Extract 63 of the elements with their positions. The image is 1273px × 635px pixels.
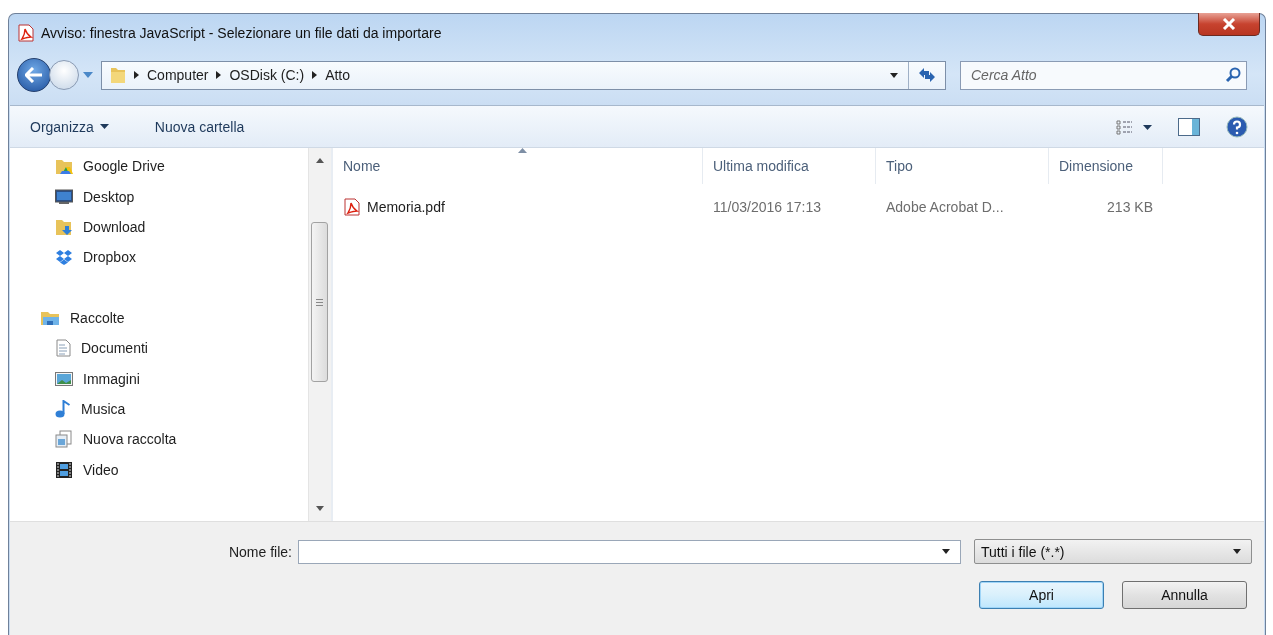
monitor-icon bbox=[55, 188, 73, 205]
sidebar-item[interactable]: Desktop bbox=[83, 188, 135, 205]
back-arrow-icon bbox=[25, 67, 43, 83]
sidebar-item[interactable]: Immagini bbox=[83, 370, 140, 387]
column-header[interactable]: Nome bbox=[333, 148, 703, 184]
folder-drive-icon bbox=[55, 157, 73, 176]
chevron-icon bbox=[134, 71, 139, 79]
sidebar-item[interactable]: Nuova raccolta bbox=[83, 431, 177, 448]
scroll-up-arrow-icon[interactable] bbox=[316, 158, 324, 163]
chevron-icon bbox=[216, 71, 222, 79]
view-options-icon[interactable] bbox=[1116, 118, 1152, 135]
library-folder-icon bbox=[40, 309, 60, 326]
caret-icon bbox=[99, 124, 109, 129]
sidebar-item[interactable]: Video bbox=[83, 461, 119, 478]
help-icon[interactable] bbox=[1226, 115, 1248, 138]
column-header[interactable]: Tipo bbox=[876, 148, 1049, 184]
refresh-icon[interactable] bbox=[918, 67, 936, 83]
file-type-dropdown[interactable]: Tutti i file (*.*) bbox=[974, 539, 1252, 564]
column-header[interactable]: Ultima modifica bbox=[703, 148, 876, 184]
film-strip-icon bbox=[55, 460, 73, 479]
chevron-icon bbox=[312, 71, 318, 79]
breadcrumb-item[interactable]: Atto bbox=[325, 67, 351, 83]
sidebar-item[interactable]: Download bbox=[83, 218, 146, 235]
picture-icon bbox=[55, 370, 73, 387]
close-button[interactable] bbox=[1198, 13, 1260, 36]
file-row[interactable]: Memoria.pdf 11/03/2016 17:13 Adobe Acrobat D... 213 KB bbox=[333, 194, 1163, 219]
sidebar-item[interactable]: Musica bbox=[81, 400, 126, 417]
sidebar-item[interactable]: Documenti bbox=[81, 340, 148, 357]
breadcrumb-item[interactable]: Computer bbox=[147, 67, 209, 83]
download-folder-icon bbox=[55, 217, 73, 236]
pdf-icon bbox=[17, 23, 35, 42]
dropbox-icon bbox=[55, 249, 73, 266]
close-icon bbox=[1222, 18, 1236, 30]
file-type: Adobe Acrobat D... bbox=[886, 198, 1004, 215]
preview-pane-icon[interactable] bbox=[1178, 117, 1200, 136]
modified-date: 11/03/2016 17:13 bbox=[713, 198, 821, 215]
breadcrumb-item[interactable]: OSDisk (C:) bbox=[229, 67, 305, 83]
organize-menu-button[interactable]: Organizza bbox=[26, 114, 113, 139]
library-icon bbox=[55, 430, 73, 449]
file-name: Memoria.pdf bbox=[367, 198, 445, 215]
dropdown-caret-icon[interactable] bbox=[890, 72, 898, 78]
scroll-down-arrow-icon[interactable] bbox=[316, 506, 324, 511]
sidebar-item[interactable]: Google Drive bbox=[83, 158, 165, 175]
window-title: Avviso: finestra JavaScript - Selezionare un file dati da importare bbox=[41, 24, 442, 41]
column-header[interactable]: Dimensione bbox=[1049, 148, 1163, 184]
new-folder-button[interactable]: Nuova cartella bbox=[150, 114, 249, 139]
dialog-button[interactable]: Apri bbox=[979, 581, 1104, 609]
scrollbar[interactable] bbox=[308, 148, 331, 521]
sidebar-item[interactable]: Raccolte bbox=[70, 309, 125, 326]
search-field[interactable]: Cerca Atto bbox=[960, 60, 1247, 90]
grip-icon bbox=[316, 298, 323, 306]
music-note-icon bbox=[55, 399, 71, 418]
sidebar-item[interactable]: Dropbox bbox=[83, 249, 136, 266]
file-name-label: Nome file: bbox=[227, 543, 292, 560]
folder-icon bbox=[110, 66, 126, 84]
file-name-field[interactable] bbox=[298, 539, 961, 564]
file-size: 213 KB bbox=[1107, 198, 1153, 215]
address-bar[interactable]: Computer OSDisk (C:) Atto bbox=[101, 60, 946, 90]
search-icon[interactable] bbox=[1225, 66, 1241, 83]
back-button[interactable] bbox=[17, 58, 51, 92]
document-icon bbox=[55, 339, 71, 358]
dialog-button[interactable]: Annulla bbox=[1122, 581, 1247, 609]
pdf-file-icon bbox=[343, 197, 361, 216]
